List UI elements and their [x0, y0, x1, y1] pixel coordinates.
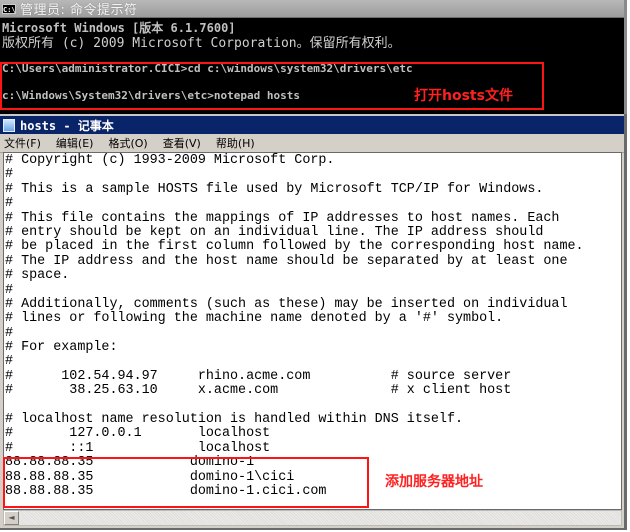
menu-bar: 文件(F) 编辑(E) 格式(O) 查看(V) 帮助(H) — [0, 134, 624, 153]
notepad-icon — [3, 118, 15, 132]
menu-edit[interactable]: 编辑(E) — [56, 135, 94, 151]
editor-line: # lines or following the machine name de… — [5, 311, 504, 327]
editor-line: # This file contains the mappings of IP … — [5, 210, 560, 226]
scroll-left-icon[interactable]: ◄ — [4, 511, 19, 525]
menu-file[interactable]: 文件(F) — [4, 135, 41, 151]
editor-line: # Copyright (c) 1993-2009 Microsoft Corp… — [5, 153, 335, 168]
editor-line: # localhost name resolution is handled w… — [5, 412, 464, 428]
cmd-annotation: 打开hosts文件 — [414, 88, 513, 104]
editor-line: # be placed in the first column followed… — [5, 239, 584, 255]
menu-format[interactable]: 格式(O) — [108, 135, 147, 151]
menu-view[interactable]: 查看(V) — [163, 135, 201, 151]
editor-line: # — [5, 282, 14, 298]
editor-line: # 127.0.0.1 localhost — [5, 426, 271, 442]
cmd-line — [2, 51, 622, 60]
editor-line: # ::1 localhost — [5, 440, 271, 456]
editor-line: # — [5, 196, 14, 212]
cmd-line: Microsoft Windows [版本 6.1.7600] — [2, 21, 236, 35]
notepad-annotation: 添加服务器地址 — [385, 474, 483, 490]
cmd-titlebar[interactable]: C:\ 管理员: 命令提示符 — [0, 0, 624, 18]
editor-line: # — [5, 325, 14, 341]
notepad-highlight-box — [3, 457, 369, 508]
editor-content[interactable]: # Copyright (c) 1993-2009 Microsoft Corp… — [4, 153, 621, 499]
editor-line: # Additionally, comments (such as these)… — [5, 296, 568, 312]
editor-line: # — [5, 167, 14, 183]
cmd-line: 版权所有 (c) 2009 Microsoft Corporation。保留所有… — [2, 36, 401, 51]
editor-line: # The IP address and the host name shoul… — [5, 253, 568, 269]
cmd-title: 管理员: 命令提示符 — [20, 3, 138, 18]
editor-line: # 38.25.63.10 x.acme.com # x client host — [5, 383, 512, 399]
notepad-title: hosts - 记事本 — [20, 118, 114, 133]
notepad-titlebar[interactable]: hosts - 记事本 — [0, 114, 624, 134]
editor-line: # For example: — [5, 340, 118, 356]
console-icon: C:\ — [2, 3, 16, 14]
menu-help[interactable]: 帮助(H) — [216, 135, 255, 151]
editor-line: # 102.54.94.97 rhino.acme.com # source s… — [5, 368, 512, 384]
editor-line: # This is a sample HOSTS file used by Mi… — [5, 181, 544, 197]
editor-line: # entry should be kept on an individual … — [5, 224, 544, 240]
editor-line: # — [5, 354, 14, 370]
editor-line: # space. — [5, 268, 70, 284]
horizontal-scrollbar[interactable]: ◄ — [3, 510, 622, 526]
